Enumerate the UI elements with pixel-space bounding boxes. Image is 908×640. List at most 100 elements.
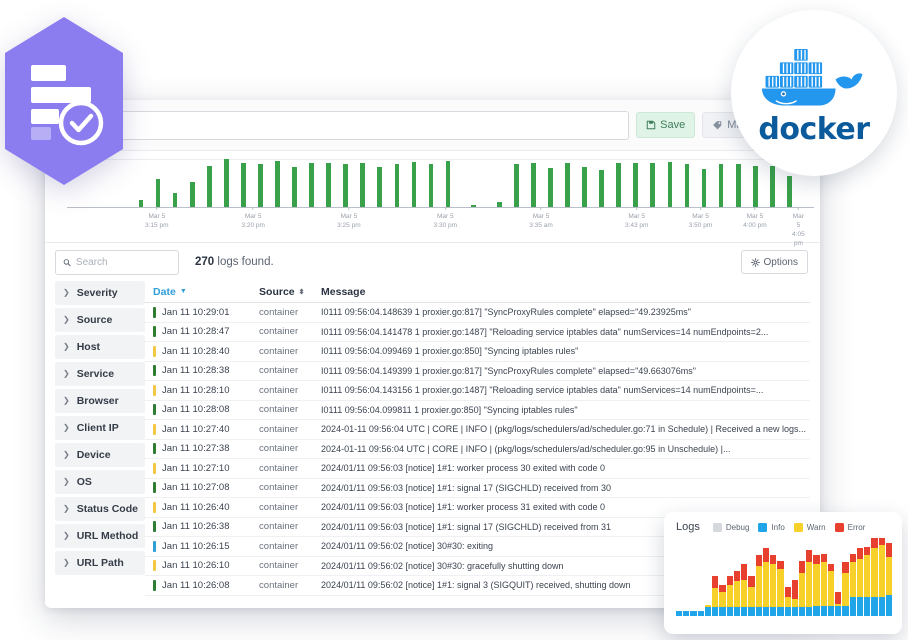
- histogram-bar[interactable]: [599, 169, 605, 207]
- logs-widget-bar[interactable]: [712, 538, 719, 616]
- table-row[interactable]: Jan 11 10:29:01 container I0111 09:56:04.1…: [145, 303, 810, 323]
- legend-item-info[interactable]: Info: [758, 522, 785, 532]
- histogram-bar[interactable]: [309, 163, 314, 207]
- logs-widget-chart[interactable]: [676, 538, 893, 616]
- logs-widget-bar[interactable]: [856, 538, 864, 616]
- logs-widget-bar[interactable]: [719, 538, 726, 616]
- histogram-bar[interactable]: [718, 164, 724, 207]
- logs-widget-bar[interactable]: [820, 538, 827, 616]
- histogram-bar[interactable]: [292, 166, 297, 207]
- logs-widget-bar[interactable]: [755, 538, 762, 616]
- logs-widget-bar[interactable]: [741, 538, 748, 616]
- logs-widget-bar[interactable]: [871, 538, 878, 616]
- histogram-bar[interactable]: [428, 164, 434, 207]
- histogram-bar[interactable]: [684, 164, 690, 207]
- facet-item-device[interactable]: ❯ Device: [55, 443, 146, 467]
- logs-widget-bar[interactable]: [676, 538, 683, 616]
- column-header-source[interactable]: Source ⬍: [259, 286, 321, 298]
- histogram-bar[interactable]: [582, 166, 587, 207]
- logs-widget-bar[interactable]: [849, 538, 856, 616]
- histogram-bar[interactable]: [223, 159, 229, 207]
- histogram-bar[interactable]: [206, 165, 212, 207]
- logs-widget-bar[interactable]: [878, 538, 885, 616]
- legend-item-warn[interactable]: Warn: [793, 522, 826, 532]
- histogram-bar[interactable]: [735, 164, 741, 207]
- logs-widget-bar[interactable]: [726, 538, 733, 616]
- logs-widget-bar[interactable]: [842, 538, 849, 616]
- histogram-bar[interactable]: [565, 163, 570, 207]
- histogram-bar[interactable]: [667, 162, 673, 207]
- facet-item-host[interactable]: ❯ Host: [55, 335, 146, 359]
- logs-widget-bar[interactable]: [827, 538, 835, 616]
- logs-widget-bar[interactable]: [885, 538, 893, 616]
- histogram-bar[interactable]: [633, 163, 639, 207]
- table-row[interactable]: Jan 11 10:27:10 container 2024/01/11 09:56…: [145, 459, 810, 479]
- logs-widget-bar[interactable]: [835, 538, 842, 616]
- histogram-bar[interactable]: [343, 164, 349, 207]
- histogram-bar[interactable]: [701, 168, 707, 207]
- table-row[interactable]: Jan 11 10:27:08 container 2024/01/11 09:56…: [145, 479, 810, 498]
- query-input-wrapper[interactable]: [55, 110, 630, 140]
- histogram-bar[interactable]: [258, 164, 263, 207]
- facet-item-severity[interactable]: ❯ Severity: [55, 281, 146, 305]
- histogram-bar[interactable]: [531, 163, 536, 207]
- query-input[interactable]: [64, 119, 621, 131]
- facet-item-service[interactable]: ❯ Service: [55, 362, 146, 386]
- legend-item-debug[interactable]: Debug: [712, 522, 749, 532]
- table-row[interactable]: Jan 11 10:28:40 container I0111 09:56:04.0…: [145, 342, 810, 362]
- save-button[interactable]: Save: [636, 112, 696, 138]
- histogram-bar[interactable]: [769, 165, 775, 207]
- histogram-bar[interactable]: [326, 163, 332, 207]
- logs-widget-bar[interactable]: [813, 538, 820, 616]
- legend-item-error[interactable]: Error: [834, 522, 865, 532]
- facet-item-status-code[interactable]: ❯ Status Code: [55, 497, 146, 521]
- histogram-bar[interactable]: [548, 167, 553, 207]
- histogram-bar[interactable]: [752, 165, 758, 207]
- histogram-bar[interactable]: [240, 163, 246, 207]
- histogram-bar[interactable]: [650, 163, 656, 207]
- table-row[interactable]: Jan 11 10:28:47 container I0111 09:56:04.1…: [145, 323, 810, 342]
- histogram-plot[interactable]: [77, 159, 802, 207]
- table-row[interactable]: Jan 11 10:27:40 container 2024-01-11 09:56…: [145, 420, 810, 440]
- logs-widget-bar[interactable]: [748, 538, 755, 616]
- logs-widget-bar[interactable]: [770, 538, 777, 616]
- histogram-bar[interactable]: [172, 192, 178, 207]
- logs-widget-bar[interactable]: [864, 538, 871, 616]
- histogram-bar[interactable]: [445, 161, 451, 207]
- table-row[interactable]: Jan 11 10:28:08 container I0111 09:56:04.0…: [145, 401, 810, 420]
- logs-widget-bar[interactable]: [806, 538, 813, 616]
- histogram-bar[interactable]: [189, 181, 195, 207]
- histogram-bar[interactable]: [616, 163, 622, 207]
- histogram-bar[interactable]: [513, 164, 519, 207]
- histogram-bar[interactable]: [275, 161, 280, 207]
- facet-item-browser[interactable]: ❯ Browser: [55, 389, 146, 413]
- facet-item-os[interactable]: ❯ OS: [55, 470, 146, 494]
- logs-widget-bar[interactable]: [791, 538, 798, 616]
- histogram-bar[interactable]: [394, 164, 400, 207]
- histogram-bar[interactable]: [155, 178, 161, 207]
- search-input[interactable]: [75, 256, 171, 268]
- column-header-message[interactable]: Message: [321, 286, 810, 298]
- facet-item-client-ip[interactable]: ❯ Client IP: [55, 416, 146, 440]
- facet-item-source[interactable]: ❯ Source: [55, 308, 146, 332]
- table-row[interactable]: Jan 11 10:28:10 container I0111 09:56:04.1…: [145, 381, 810, 401]
- column-header-date[interactable]: Date ▼: [153, 286, 259, 298]
- logs-widget-bar[interactable]: [697, 538, 704, 616]
- search-input-wrapper[interactable]: [55, 249, 179, 275]
- options-button[interactable]: Options: [740, 250, 808, 274]
- logs-widget-bar[interactable]: [784, 538, 791, 616]
- histogram-bar[interactable]: [411, 162, 417, 207]
- logs-widget-bar[interactable]: [683, 538, 690, 616]
- logs-widget-bar[interactable]: [704, 538, 712, 616]
- facet-item-url-path[interactable]: ❯ URL Path: [55, 551, 146, 575]
- logs-widget-bar[interactable]: [798, 538, 806, 616]
- histogram-bar[interactable]: [377, 166, 383, 207]
- table-row[interactable]: Jan 11 10:28:38 container I0111 09:56:04.1…: [145, 362, 810, 381]
- logs-widget-bar[interactable]: [690, 538, 697, 616]
- logs-widget-bar[interactable]: [777, 538, 784, 616]
- logs-widget-bar[interactable]: [762, 538, 770, 616]
- histogram-bar[interactable]: [786, 176, 792, 207]
- table-row[interactable]: Jan 11 10:27:38 container 2024-01-11 09:56…: [145, 440, 810, 459]
- facet-item-url-method[interactable]: ❯ URL Method: [55, 524, 146, 548]
- logs-widget-bar[interactable]: [733, 538, 741, 616]
